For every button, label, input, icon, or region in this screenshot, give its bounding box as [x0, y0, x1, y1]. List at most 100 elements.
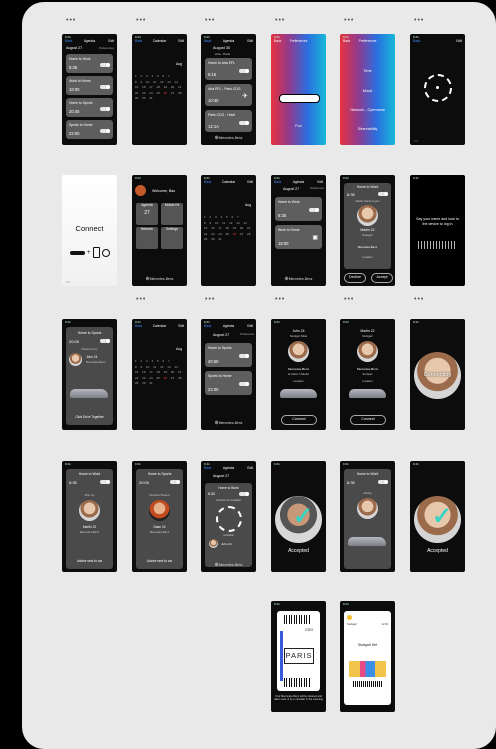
trip-toggle[interactable]	[378, 192, 388, 196]
preferences-link[interactable]: Preferences	[240, 333, 254, 336]
nav-bar: Back Agenda Edit	[204, 466, 253, 470]
connect-button[interactable]: Connect	[350, 415, 386, 425]
preferences-link[interactable]: Preferences	[99, 46, 114, 50]
driver-name: John 24	[292, 329, 305, 333]
pref-time[interactable]: Time	[340, 69, 395, 73]
screen-train-ticket[interactable]: 9:41 Stuttgart 12:30 Stuttgart Hbf	[340, 601, 395, 712]
more-dots-icon[interactable]: •••	[205, 17, 215, 24]
calendar-grid[interactable]: 1 2 3 4 5 6 78 9 10 11 12 13 14 15 16 17 …	[135, 74, 184, 102]
trip-toggle[interactable]	[239, 492, 249, 496]
agenda-tile[interactable]: Agenda 27	[136, 203, 158, 225]
screen-preferences-list[interactable]: 9:41 Back Preferences Time Mood Network -…	[340, 34, 395, 145]
user-avatar[interactable]	[135, 185, 146, 196]
trip-toggle[interactable]	[239, 69, 249, 73]
preferences-link[interactable]: Preferences	[310, 187, 324, 190]
screen-connecting[interactable]: 9:41 Connecting	[410, 319, 465, 430]
more-dots-icon[interactable]: •••	[205, 296, 215, 303]
screen-driver-profile[interactable]: 9:41 John 24 Stuttgart Mitte Mercedes-Be…	[271, 319, 326, 430]
more-dots-icon[interactable]: •••	[136, 296, 146, 303]
car-image	[70, 389, 108, 398]
screen-accepted-rider[interactable]: 9:41 ✓ Accepted	[410, 461, 465, 572]
trip-card[interactable]: Home to Sports 20:50	[205, 343, 252, 367]
car-icon	[70, 251, 85, 255]
trip-toggle[interactable]	[100, 129, 110, 133]
calendar-grid[interactable]: 1 2 3 4 5 6 78 9 10 11 12 13 14 15 16 17 …	[135, 359, 184, 387]
car-image	[349, 389, 386, 398]
trip-toggle[interactable]	[100, 107, 110, 111]
trip-card[interactable]: Paris CDG - Hotel 12:1A	[205, 110, 252, 132]
trip-card[interactable]: Home to Work 8:35	[66, 54, 113, 73]
trip-card[interactable]: Sports to Home 22:00	[205, 371, 252, 395]
screen-pickup-details[interactable]: 9:41 Home to Sports 20:00 Picked up by J…	[62, 319, 117, 430]
fun-slider[interactable]	[279, 94, 320, 103]
trip-card[interactable]: Arta EFL - Paris CDG 10:40 ✈	[205, 84, 252, 106]
trip-card[interactable]: Work to Home 18:00 ▣	[275, 225, 322, 249]
screen-day-agenda-2[interactable]: 9:41 Back Agenda Edit August 27 Preference…	[271, 175, 326, 286]
screen-preferences-fun[interactable]: 9:41 Back Preferences Fun	[271, 34, 326, 145]
pref-shareability[interactable]: Shareability	[340, 127, 395, 131]
status-bar: 9:41	[274, 602, 280, 606]
screen-boarding-pass[interactable]: 9:41 CDG PARIS Your Mercedes-Benz will b…	[271, 601, 326, 712]
more-dots-icon[interactable]: •••	[414, 17, 424, 24]
trip-toggle[interactable]	[170, 480, 180, 484]
trip-toggle[interactable]	[309, 208, 319, 212]
screen-pickup-advice[interactable]: 9:41 Home to Work 8:35 Pick Up Martin 22…	[62, 461, 117, 572]
screen-month-calendar-3[interactable]: 9:41 Back Calendar Edit Aug 1 2 3 4 5 6 78…	[132, 319, 187, 430]
screen-month-calendar-2[interactable]: 9:41 Back Calendar Edit Aug 1 2 3 4 5 6 78…	[201, 175, 256, 286]
trip-toggle[interactable]	[100, 339, 110, 343]
brand-logo: Mercedes-Benz	[132, 276, 187, 282]
trip-toggle[interactable]	[239, 354, 249, 358]
screen-network-loader[interactable]: 9:41 Back Edit •••	[410, 34, 465, 145]
status-bar: 9:41	[65, 462, 71, 466]
accept-button[interactable]: Accept	[371, 273, 393, 283]
destination-city: PARIS	[284, 648, 314, 664]
more-dots-icon[interactable]: •••	[275, 17, 285, 24]
trip-toggle[interactable]	[100, 63, 110, 67]
trip-card[interactable]: Home to Arta EFL 6:15	[205, 58, 252, 80]
screen-month-calendar[interactable]: 9:41 Back Calendar Edit Aug 1 2 3 4 5 6 78…	[132, 34, 187, 145]
more-dots-icon[interactable]: •••	[344, 17, 354, 24]
trip-toggle[interactable]	[100, 85, 110, 89]
trip-card[interactable]: Work to Home 18:00	[66, 76, 113, 95]
trip-toggle[interactable]	[378, 480, 388, 484]
driver-avatar	[69, 353, 82, 366]
more-dots-icon[interactable]: •••	[136, 17, 146, 24]
nav-bar: Back Agenda Edit	[204, 39, 253, 43]
screen-rider-profile[interactable]: 9:41 Martin 22 Stuttgart Mercedes-Benz E…	[340, 319, 395, 430]
more-dots-icon[interactable]: •••	[66, 17, 76, 24]
driver-name: John 24	[221, 542, 232, 546]
trip-card[interactable]: Sports to Home 22:00	[66, 120, 113, 139]
pref-network[interactable]: Network - Openness	[340, 108, 395, 112]
screen-welcome-dashboard[interactable]: 9:41 Welcome, Bas Agenda 27 Mobile Kit Ne…	[132, 175, 187, 286]
drive-together-button[interactable]: Click Drive Together	[62, 415, 117, 419]
pickup-time: 8:35	[69, 480, 77, 485]
network-tile[interactable]: Network	[136, 227, 158, 249]
screen-network-search[interactable]: 9:41 Back Agenda Edit August 27 Home to Wo…	[201, 461, 256, 572]
screen-driving[interactable]: 9:41 Home to Work 8:35 driving	[340, 461, 395, 572]
settings-tile[interactable]: Settings	[161, 227, 183, 249]
trip-toggle[interactable]	[239, 121, 249, 125]
more-dots-icon[interactable]: •••	[275, 296, 285, 303]
pickup-sub: Pick Up	[84, 493, 95, 497]
more-dots-icon[interactable]: •••	[344, 296, 354, 303]
screen-travel-day[interactable]: 9:41 Back Agenda Edit August 30 Arta - Par…	[201, 34, 256, 145]
screen-voice-login[interactable]: 9:41 Say your name and look to the devic…	[410, 175, 465, 286]
more-dots-icon[interactable]: •••	[414, 296, 424, 303]
screen-ride-request[interactable]: 9:41 Home to Work 8:35 Martin wants to j…	[340, 175, 395, 286]
trip-card[interactable]: Home to Sports 20:45	[66, 98, 113, 117]
nav-bar: Back Agenda Edit	[204, 324, 253, 328]
screen-connect[interactable]: Connect + •••	[62, 175, 117, 286]
driver-model: E-Class T-Model	[288, 372, 309, 376]
screen-day-agenda[interactable]: 9:41 Back Agenda Edit August 27 Preference…	[62, 34, 117, 145]
screen-accepted-driver[interactable]: 9:41 ✓ Accepted	[271, 461, 326, 572]
screen-network-advice[interactable]: 9:41 Home to Sports 20:00 Network Shared…	[132, 461, 187, 572]
connect-button[interactable]: Connect	[281, 415, 317, 425]
trip-card[interactable]: Home to Work 8:35	[275, 197, 322, 221]
pref-mood[interactable]: Mood	[340, 89, 395, 93]
trip-toggle[interactable]	[100, 480, 110, 484]
screen-day-agenda-3[interactable]: 9:41 Back Agenda Edit August 27 Preference…	[201, 319, 256, 430]
calendar-grid[interactable]: 1 2 3 4 5 6 78 9 10 11 12 13 14 15 16 17 …	[204, 215, 253, 243]
mobile-kit-tile[interactable]: Mobile Kit	[161, 203, 183, 225]
decline-button[interactable]: Decline	[344, 273, 366, 283]
trip-toggle[interactable]	[239, 382, 249, 386]
